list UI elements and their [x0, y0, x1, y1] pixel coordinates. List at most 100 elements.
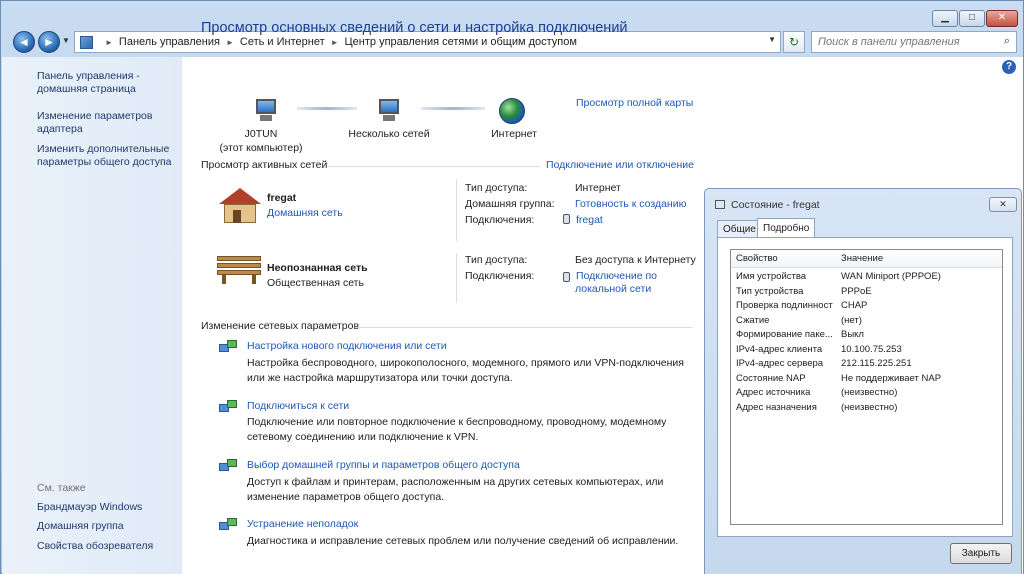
breadcrumb-control-panel[interactable]: Панель управления	[119, 36, 220, 48]
task-link-new-connection[interactable]: Настройка нового подключения или сети	[247, 340, 447, 352]
maximize-button[interactable]: □	[959, 10, 985, 27]
sidebar-item-home[interactable]: Панель управления - домашняя страница	[37, 70, 177, 96]
connection-plug-icon	[563, 214, 570, 224]
map-link-line	[297, 107, 357, 110]
control-panel-icon	[80, 35, 93, 49]
see-also-firewall[interactable]: Брандмауэр Windows	[37, 501, 177, 514]
status-dialog: Состояние - fregat ✕ Общие Подробно Свой…	[704, 188, 1022, 574]
column-header-value[interactable]: Значение	[841, 253, 883, 264]
table-row[interactable]: Сжатие (нет)	[731, 315, 1002, 330]
connection-item[interactable]: fregat	[563, 214, 688, 227]
homegroup-link[interactable]: Готовность к созданию	[575, 198, 700, 211]
close-button[interactable]: Закрыть	[950, 543, 1012, 564]
breadcrumb-network-center[interactable]: Центр управления сетями и общим доступом	[345, 36, 577, 48]
home-network-icon[interactable]	[219, 188, 261, 224]
connection-item[interactable]: Подключение по локальной сети	[563, 270, 673, 296]
homegroup-label: Домашняя группа:	[465, 198, 555, 210]
row-property: Проверка подлинности	[736, 300, 833, 311]
dialog-title: Состояние - fregat	[731, 199, 820, 211]
chevron-right-icon[interactable]: ►	[226, 38, 234, 47]
multiple-networks-icon	[375, 98, 403, 124]
network-status-icon	[715, 200, 725, 209]
row-value: 10.100.75.253	[841, 343, 902, 355]
chevron-right-icon[interactable]: ►	[105, 38, 113, 47]
table-row[interactable]: Формирование паке... Выкл	[731, 329, 1002, 344]
search-input[interactable]	[812, 32, 992, 52]
connect-disconnect-link[interactable]: Подключение или отключение	[546, 159, 694, 171]
internet-label: Интернет	[491, 128, 537, 140]
see-also-internet-options[interactable]: Свойства обозревателя	[37, 540, 177, 553]
table-row[interactable]: Состояние NAP Не поддерживает NAP	[731, 373, 1002, 388]
access-type-value: Интернет	[575, 182, 621, 194]
connections-label: Подключения:	[465, 214, 535, 226]
access-type-label: Тип доступа:	[465, 182, 528, 194]
task-link-homegroup[interactable]: Выбор домашней группы и параметров общег…	[247, 459, 520, 471]
back-button[interactable]: ◄	[13, 31, 35, 53]
section-divider	[358, 327, 693, 328]
help-icon[interactable]: ?	[1002, 60, 1016, 74]
row-property: Имя устройства	[736, 271, 807, 282]
row-value: Выкл	[841, 329, 864, 340]
chevron-right-icon[interactable]: ►	[331, 38, 339, 47]
table-row[interactable]: IPv4-адрес сервера 212.115.225.251	[731, 358, 1002, 373]
table-row[interactable]: Адрес источника (неизвестно)	[731, 387, 1002, 402]
active-networks-heading: Просмотр активных сетей	[201, 159, 328, 171]
row-property: Сжатие	[736, 314, 770, 326]
homegroup-sharing-icon	[219, 459, 237, 475]
task-link-connect[interactable]: Подключиться к сети	[247, 400, 349, 412]
tab-general[interactable]: Общие	[717, 220, 762, 238]
sidebar-item-adapter-settings[interactable]: Изменение параметров адаптера	[37, 110, 177, 136]
details-panel: Свойство Значение Имя устройства WAN Mini…	[717, 237, 1013, 537]
table-row[interactable]: Тип устройства PPPoE	[731, 286, 1002, 301]
connection-link[interactable]: Подключение по локальной сети	[575, 270, 673, 296]
dialog-close-button[interactable]: ✕	[989, 197, 1017, 212]
table-row[interactable]: Адрес назначения (неизвестно)	[731, 402, 1002, 417]
row-value: (неизвестно)	[841, 387, 898, 398]
row-value: (неизвестно)	[841, 401, 898, 413]
network-type-link[interactable]: Домашняя сеть	[267, 207, 343, 219]
control-panel-window: ▁ □ ✕ ◄ ► ▼ ► Панель управления ► Сеть и…	[0, 0, 1024, 574]
row-value: WAN Miniport (PPPOE)	[841, 271, 941, 282]
search-box[interactable]: ⌕	[811, 31, 1017, 53]
sidebar-item-sharing-settings[interactable]: Изменить дополнительные параметры общего…	[37, 143, 177, 169]
history-dropdown-icon[interactable]: ▼	[62, 36, 70, 45]
full-map-link[interactable]: Просмотр полной карты	[576, 97, 693, 109]
row-property: IPv4-адрес сервера	[736, 358, 824, 369]
list-header: Свойство Значение	[731, 250, 1002, 268]
refresh-button[interactable]: ↻	[783, 31, 805, 53]
see-also-homegroup[interactable]: Домашняя группа	[37, 520, 177, 533]
search-icon[interactable]: ⌕	[1004, 35, 1010, 48]
address-dropdown-icon[interactable]: ▼	[768, 35, 776, 44]
task-link-troubleshoot[interactable]: Устранение неполадок	[247, 518, 358, 530]
connect-network-icon	[219, 400, 237, 416]
map-link-line	[421, 107, 485, 110]
access-type-label: Тип доступа:	[465, 254, 528, 266]
close-window-button[interactable]: ✕	[986, 10, 1018, 27]
table-row[interactable]: Проверка подлинности CHAP	[731, 300, 1002, 315]
table-row[interactable]: Имя устройства WAN Miniport (PPPOE)	[731, 271, 1002, 286]
network-name: fregat	[267, 192, 297, 204]
row-value: PPPoE	[841, 285, 872, 297]
connection-plug-icon	[563, 272, 570, 282]
vertical-divider	[456, 253, 457, 303]
breadcrumb-network-internet[interactable]: Сеть и Интернет	[240, 36, 325, 48]
network-name: Неопознанная сеть	[267, 262, 368, 274]
row-property: Адрес источника	[736, 387, 811, 398]
computer-subtitle: (этот компьютер)	[219, 142, 303, 154]
connection-link[interactable]: fregat	[576, 214, 603, 226]
access-type-value: Без доступа к Интернету	[575, 254, 696, 266]
row-value: CHAP	[841, 300, 868, 311]
column-header-property[interactable]: Свойство	[736, 253, 778, 264]
row-value: 212.115.225.251	[841, 358, 912, 369]
details-list[interactable]: Свойство Значение Имя устройства WAN Mini…	[730, 249, 1003, 525]
sidebar: Панель управления - домашняя страница Из…	[2, 57, 182, 574]
task-description: Настройка беспроводного, широкополосного…	[247, 357, 684, 384]
forward-button[interactable]: ►	[38, 31, 60, 53]
tab-details[interactable]: Подробно	[757, 218, 816, 238]
row-value: (нет)	[841, 314, 862, 326]
minimize-button[interactable]: ▁	[932, 10, 958, 27]
computer-name: J0TUN	[244, 128, 278, 140]
change-settings-heading: Изменение сетевых параметров	[201, 320, 360, 332]
computer-icon	[252, 98, 280, 124]
table-row[interactable]: IPv4-адрес клиента 10.100.75.253	[731, 344, 1002, 359]
